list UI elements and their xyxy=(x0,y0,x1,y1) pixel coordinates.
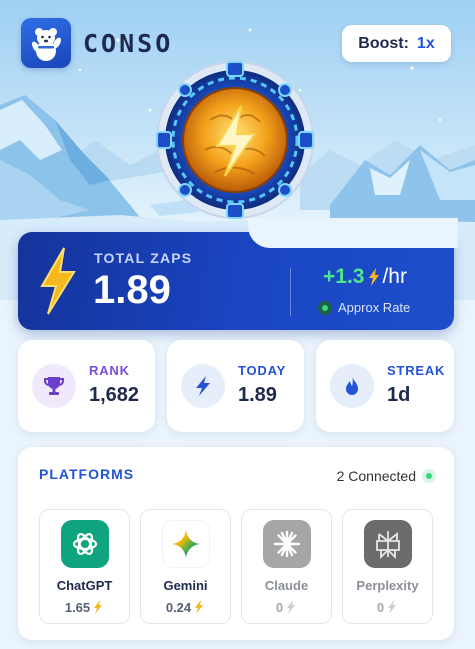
platform-score: 0 xyxy=(276,599,297,615)
platform-tile-perplexity[interactable]: Perplexity 0 xyxy=(342,509,433,624)
total-zaps-label: TOTAL ZAPS xyxy=(94,250,193,266)
lightning-orb-icon xyxy=(156,61,314,219)
rank-value: 1,682 xyxy=(89,384,140,406)
platform-tile-chatgpt[interactable]: ChatGPT 1.65 xyxy=(39,509,130,624)
claude-logo-icon xyxy=(262,520,311,568)
today-value: 1.89 xyxy=(238,384,277,406)
rate-unit: /hr xyxy=(382,265,407,288)
flame-icon xyxy=(330,364,374,408)
lightning-icon xyxy=(181,364,225,408)
platforms-title: PLATFORMS xyxy=(39,466,135,482)
rank-label: RANK xyxy=(89,363,130,378)
perplexity-logo-icon xyxy=(363,520,412,568)
platform-score: 0 xyxy=(377,599,398,615)
total-zaps-card: TOTAL ZAPS 1.89 +1.3 /hr Approx Rate xyxy=(18,218,458,330)
gemini-logo-icon xyxy=(161,520,210,568)
bolt-icon xyxy=(287,600,296,614)
platforms-card: PLATFORMS 2 Connected ChatGPT 1.65 Gemin… xyxy=(18,447,454,640)
platform-name: Gemini xyxy=(163,578,208,593)
bolt-icon xyxy=(94,600,103,614)
trophy-icon xyxy=(32,364,76,408)
chatgpt-logo-icon xyxy=(60,520,109,568)
rate-value: +1.3 xyxy=(323,265,365,288)
boost-label: Boost: xyxy=(358,34,409,52)
lightning-bolt-icon xyxy=(40,247,76,315)
boost-badge[interactable]: Boost: 1x xyxy=(342,25,451,62)
energy-orb[interactable] xyxy=(155,60,315,220)
stat-card-today[interactable]: TODAY 1.89 xyxy=(167,340,304,432)
boost-value: 1x xyxy=(416,34,435,52)
polar-bear-icon xyxy=(32,28,61,61)
platform-score-value: 1.65 xyxy=(64,599,91,615)
small-bolt-icon xyxy=(369,268,380,286)
platform-name: Claude xyxy=(264,578,309,593)
platform-score-value: 0.24 xyxy=(165,599,192,615)
app-logo[interactable] xyxy=(21,18,71,68)
divider xyxy=(290,268,291,316)
app-header: CONSO xyxy=(21,18,173,68)
streak-label: STREAK xyxy=(387,363,446,378)
stat-card-streak[interactable]: STREAK 1d xyxy=(316,340,454,432)
app-title: CONSO xyxy=(83,28,174,58)
bolt-icon xyxy=(195,600,204,614)
connected-label: 2 Connected xyxy=(336,468,416,484)
platform-name: ChatGPT xyxy=(56,578,113,593)
platform-score-value: 0 xyxy=(376,599,385,615)
bolt-icon xyxy=(388,600,397,614)
status-dot-icon xyxy=(318,300,332,315)
total-zaps-value: 1.89 xyxy=(93,268,171,312)
stat-card-rank[interactable]: RANK 1,682 xyxy=(18,340,155,432)
connected-count: 2 Connected xyxy=(337,468,436,484)
approx-rate: Approx Rate xyxy=(318,300,410,315)
connected-dot-icon xyxy=(422,469,436,483)
platform-tile-gemini[interactable]: Gemini 0.24 xyxy=(140,509,231,624)
today-label: TODAY xyxy=(238,363,287,378)
platform-score: 1.65 xyxy=(65,599,104,615)
card-notch xyxy=(248,218,458,248)
streak-value: 1d xyxy=(387,384,411,406)
platform-tile-claude[interactable]: Claude 0 xyxy=(241,509,332,624)
platform-name: Perplexity xyxy=(356,578,419,593)
rate-display: +1.3 /hr xyxy=(323,265,407,289)
approx-rate-label: Approx Rate xyxy=(338,300,411,315)
platform-score: 0.24 xyxy=(166,599,205,615)
platform-score-value: 0 xyxy=(275,599,284,615)
